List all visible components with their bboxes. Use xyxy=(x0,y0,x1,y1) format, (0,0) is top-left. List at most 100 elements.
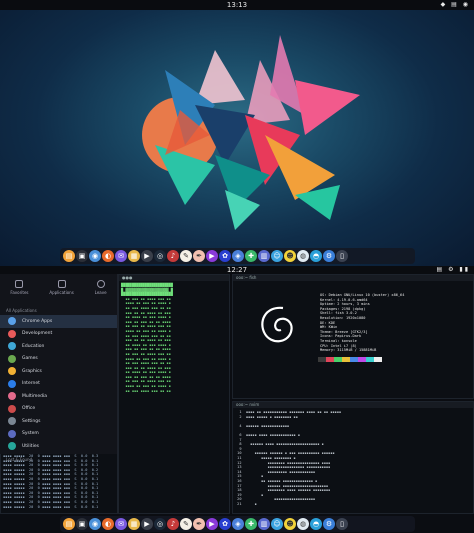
notes-icon[interactable]: ✎ xyxy=(180,250,192,262)
blender-icon[interactable]: ◍ xyxy=(297,250,309,262)
player-icon[interactable]: ▶ xyxy=(206,518,218,530)
launcher-item[interactable]: System xyxy=(0,428,117,441)
tab-leave[interactable]: Leave xyxy=(95,280,107,304)
steam-icon[interactable]: ◎ xyxy=(154,518,166,530)
category-icon xyxy=(8,404,16,413)
tab-favorites[interactable]: Favorites xyxy=(10,280,29,304)
category-icon xyxy=(8,417,16,426)
trash-icon[interactable]: ▯ xyxy=(336,518,348,530)
launcher-item-label: System xyxy=(22,431,39,437)
section-title: All Applications xyxy=(6,308,37,313)
chat-icon[interactable]: ◈ xyxy=(232,518,244,530)
launcher-item-label: Development xyxy=(22,331,53,337)
tool-icon[interactable]: ✚ xyxy=(245,518,257,530)
debian-swirl-icon xyxy=(261,306,293,343)
category-icon xyxy=(8,354,16,363)
palette-swatch xyxy=(374,357,382,362)
bottom-system-tray[interactable]: ▤ ⚙ ▮▮ xyxy=(437,266,470,274)
heart-icon xyxy=(15,280,24,288)
monitor-icon[interactable]: ▥ xyxy=(258,250,270,262)
category-icon xyxy=(8,429,16,438)
folder-icon[interactable]: ▤ xyxy=(63,250,75,262)
settings-icon[interactable]: ⚙ xyxy=(323,518,335,530)
notes-icon[interactable]: ✎ xyxy=(180,518,192,530)
discord-icon[interactable]: ☺ xyxy=(271,250,283,262)
video-icon[interactable]: ▶ xyxy=(141,518,153,530)
launcher-item[interactable]: Settings xyxy=(0,415,117,428)
palette-swatch xyxy=(366,357,374,362)
power-icon xyxy=(96,280,105,288)
launcher-item[interactable]: Graphics xyxy=(0,365,117,378)
folder-icon[interactable]: ▤ xyxy=(63,518,75,530)
bottom-panel: 12:27 ▤ ⚙ ▮▮ xyxy=(0,266,474,274)
launcher-item[interactable]: Education xyxy=(0,340,117,353)
tab-applications[interactable]: Applications xyxy=(49,280,74,304)
player-icon[interactable]: ▶ xyxy=(206,250,218,262)
settings-icon[interactable]: ⚙ xyxy=(323,250,335,262)
color-palette xyxy=(318,357,382,362)
launcher-item-label: Utilities xyxy=(22,443,39,449)
launcher-item[interactable]: Chrome Apps xyxy=(0,315,117,328)
launcher-item-label: Internet xyxy=(22,381,40,387)
smile-icon[interactable]: ☻ xyxy=(284,250,296,262)
blender-icon[interactable]: ◍ xyxy=(297,518,309,530)
globe-icon[interactable]: ◓ xyxy=(310,250,322,262)
terminal-titlebar: ooo:~ fish xyxy=(233,275,473,281)
top-clock[interactable]: 13:13 xyxy=(0,0,474,10)
category-icon xyxy=(8,367,16,376)
bottom-dock: ▤ ▣ ◉ ◐ ✉ ▦ ▶ ◎ ♪ ✎ ✒ ▶ ✿ ◈ ✚ ▥ ☺ ☻ ◍ ◓ … xyxy=(60,516,415,532)
krita-icon[interactable]: ✿ xyxy=(219,518,231,530)
discord-icon[interactable]: ☺ xyxy=(271,518,283,530)
tool-icon[interactable]: ✚ xyxy=(245,250,257,262)
browser-icon[interactable]: ◉ xyxy=(89,518,101,530)
launcher-footer: Lost & Found xyxy=(6,456,33,462)
launcher-item[interactable]: Development xyxy=(0,328,117,341)
launcher-item[interactable]: Office xyxy=(0,403,117,416)
firefox-icon[interactable]: ◐ xyxy=(102,518,114,530)
files-icon[interactable]: ▦ xyxy=(128,518,140,530)
chat-icon[interactable]: ◈ xyxy=(232,250,244,262)
krita-icon[interactable]: ✿ xyxy=(219,250,231,262)
terminal-window-fetch[interactable]: ooo:~ fish OS: Debian GNU/Linux 10 (bust… xyxy=(232,274,474,399)
terminal-window-left[interactable]: ●●● ████████████████████████ █ ▓▓▓▓▓▓▓▓▓… xyxy=(118,274,230,514)
mail-icon[interactable]: ✉ xyxy=(115,250,127,262)
video-icon[interactable]: ▶ xyxy=(141,250,153,262)
trash-icon[interactable]: ▯ xyxy=(336,250,348,262)
launcher-item[interactable]: Games xyxy=(0,353,117,366)
files-icon[interactable]: ▦ xyxy=(128,250,140,262)
terminal-icon[interactable]: ▣ xyxy=(76,518,88,530)
category-icon xyxy=(8,342,16,351)
mail-icon[interactable]: ✉ xyxy=(115,518,127,530)
firefox-icon[interactable]: ◐ xyxy=(102,250,114,262)
launcher-item-label: Settings xyxy=(22,418,41,424)
top-panel: 13:13 ◆ ▤ ◉ xyxy=(0,0,474,10)
launcher-item[interactable]: Multimedia xyxy=(0,390,117,403)
grid-icon xyxy=(57,280,66,288)
browser-icon[interactable]: ◉ xyxy=(89,250,101,262)
pen-icon[interactable]: ✒ xyxy=(193,518,205,530)
terminal-window-editor[interactable]: ooo:~ nvim 1 ▪▪▪▪ ▪▪ ▪▪▪▪▪▪▪▪▪▪▪ ▪▪▪▪▪▪▪… xyxy=(232,401,474,514)
music-icon[interactable]: ♪ xyxy=(167,518,179,530)
monitor-icon[interactable]: ▥ xyxy=(258,518,270,530)
bottom-clock[interactable]: 12:27 xyxy=(0,266,474,274)
wallpaper-shard xyxy=(295,80,360,135)
top-dock: ▤ ▣ ◉ ◐ ✉ ▦ ▶ ◎ ♪ ✎ ✒ ▶ ✿ ◈ ✚ ▥ ☺ ☻ ◍ ◓ … xyxy=(60,248,415,264)
palette-swatch xyxy=(318,357,326,362)
top-system-tray[interactable]: ◆ ▤ ◉ xyxy=(441,0,470,10)
steam-icon[interactable]: ◎ xyxy=(154,250,166,262)
launcher-item[interactable]: Internet xyxy=(0,378,117,391)
launcher-item-label: Multimedia xyxy=(22,393,48,399)
editor-code: 1 ▪▪▪▪ ▪▪ ▪▪▪▪▪▪▪▪▪▪▪ ▪▪▪▪▪▪▪ ▪▪▪▪ ▪▪ ▪▪… xyxy=(237,410,342,506)
terminal-icon[interactable]: ▣ xyxy=(76,250,88,262)
palette-swatch xyxy=(350,357,358,362)
launcher-item[interactable]: Utilities xyxy=(0,440,117,453)
smile-icon[interactable]: ☻ xyxy=(284,518,296,530)
launcher-item-label: Games xyxy=(22,356,38,362)
globe-icon[interactable]: ◓ xyxy=(310,518,322,530)
category-icon xyxy=(8,442,16,451)
tab-label: Applications xyxy=(49,290,74,295)
pen-icon[interactable]: ✒ xyxy=(193,250,205,262)
terminal-output: ████████████████████████ █ ▓▓▓▓▓▓▓▓▓▓▓▓▓… xyxy=(121,283,173,393)
music-icon[interactable]: ♪ xyxy=(167,250,179,262)
wallpaper-art xyxy=(142,35,360,230)
